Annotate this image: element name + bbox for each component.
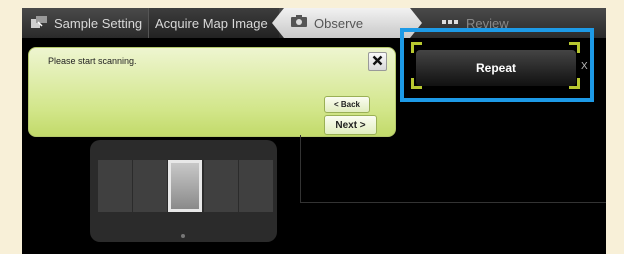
dialog-message: Please start scanning. xyxy=(48,56,137,66)
tab-observe-label: Observe xyxy=(314,15,364,31)
thumbnail[interactable] xyxy=(133,160,167,212)
back-button[interactable]: < Back xyxy=(324,96,370,113)
focus-bracket xyxy=(411,42,422,53)
tab-sample-setting-label: Sample Setting xyxy=(54,15,143,31)
focus-bracket xyxy=(569,78,580,89)
page-indicator-dot xyxy=(181,234,185,238)
panel-divider-horizontal xyxy=(300,202,606,203)
repeat-button[interactable]: Repeat xyxy=(416,50,576,86)
tab-acquire-map-image[interactable]: Acquire Map Image xyxy=(148,8,279,38)
scan-prompt-dialog: Please start scanning. < Back Next > xyxy=(28,47,396,137)
thumbnail[interactable] xyxy=(239,160,273,212)
tab-acquire-map-image-label: Acquire Map Image xyxy=(155,15,268,31)
close-icon xyxy=(372,53,383,71)
focus-bracket xyxy=(569,42,580,53)
thumbnail[interactable] xyxy=(98,160,132,212)
thumbnail[interactable] xyxy=(204,160,238,212)
tab-sample-setting[interactable]: Sample Setting xyxy=(30,8,148,38)
focus-bracket xyxy=(411,78,422,89)
app-screen: Sample Setting Acquire Map Image Observe xyxy=(22,8,606,254)
thumbnail-selected[interactable] xyxy=(168,160,202,212)
camera-icon xyxy=(290,15,314,31)
panel-divider-vertical xyxy=(300,135,301,203)
dialog-close-button[interactable] xyxy=(368,52,387,71)
next-button[interactable]: Next > xyxy=(324,115,377,135)
x-label: X xyxy=(581,61,588,72)
thumbnail-strip xyxy=(90,140,277,242)
sample-setting-icon xyxy=(30,15,54,32)
